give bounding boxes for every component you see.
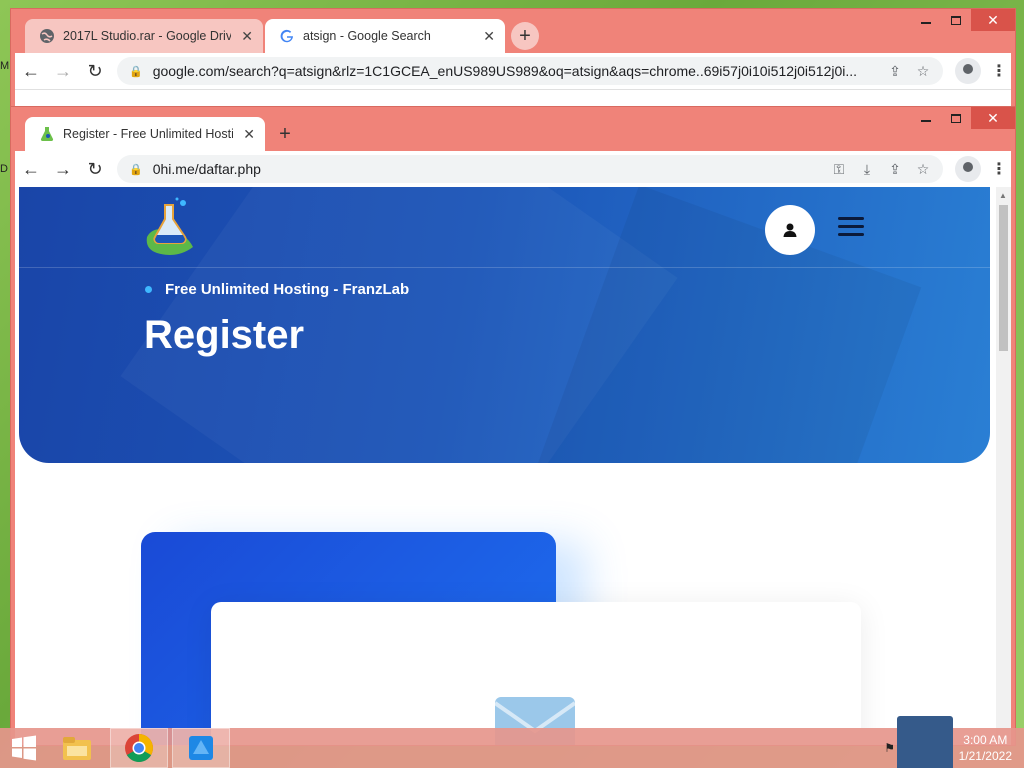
browser-toolbar: ← → ↻ 🔒 0hi.me/daftar.php ⚿ ⤓ ⇪ ☆ ⋮ — [15, 151, 1011, 187]
url-text: 0hi.me/daftar.php — [152, 161, 261, 177]
back-button[interactable]: ← — [15, 153, 47, 185]
tray-overflow-popup[interactable] — [897, 716, 953, 768]
clock-date: 1/21/2022 — [958, 749, 1012, 763]
header-divider — [19, 267, 990, 268]
new-tab-button[interactable]: + — [511, 22, 539, 50]
close-tab-icon[interactable]: ✕ — [241, 28, 253, 45]
install-app-icon[interactable]: ⤓ — [853, 161, 881, 178]
windows-logo-icon — [12, 735, 36, 761]
clock-time: 3:00 AM — [963, 733, 1008, 747]
reload-button[interactable]: ↻ — [79, 55, 111, 87]
forward-button[interactable]: → — [47, 153, 79, 185]
google-g-icon — [279, 28, 295, 44]
browser-toolbar: ← → ↻ 🔒 google.com/search?q=atsign&rlz=1… — [15, 53, 1011, 89]
breadcrumb: Free Unlimited Hosting - FranzLab — [145, 281, 409, 298]
forward-button[interactable]: → — [47, 55, 79, 87]
scroll-up-arrow-icon[interactable]: ▲ — [999, 191, 1007, 200]
hero-banner: Free Unlimited Hosting - FranzLab Regist… — [19, 187, 990, 463]
window-controls: ✕ — [911, 9, 1015, 31]
taskbar: ⚑ 🖧 🔇 3:00 AM 1/21/2022 — [0, 728, 1024, 768]
franzlab-flask-icon — [39, 126, 55, 142]
lock-icon: 🔒 — [129, 163, 143, 176]
desktop-icon-label[interactable]: D — [0, 163, 8, 175]
close-window-button[interactable]: ✕ — [971, 107, 1015, 129]
clock[interactable]: 3:00 AM 1/21/2022 — [959, 732, 1012, 764]
menu-kebab-icon[interactable]: ⋮ — [987, 159, 1011, 179]
file-explorer-icon — [63, 737, 91, 760]
tab-google-drive[interactable]: 2017L Studio.rar - Google Drive ✕ — [25, 19, 263, 53]
globe-icon — [39, 28, 55, 44]
page-content-strip — [15, 89, 1011, 107]
reload-button[interactable]: ↻ — [79, 153, 111, 185]
bullet-dot — [145, 286, 152, 293]
file-explorer-button[interactable] — [48, 728, 106, 768]
user-icon — [783, 223, 797, 237]
tab-google-search[interactable]: atsign - Google Search ✕ — [265, 19, 505, 53]
window-controls: ✕ — [911, 107, 1015, 129]
breadcrumb-text[interactable]: Free Unlimited Hosting - FranzLab — [165, 281, 409, 298]
close-tab-icon[interactable]: ✕ — [483, 28, 495, 45]
bookmark-star-icon[interactable]: ☆ — [909, 63, 937, 80]
address-bar[interactable]: 🔒 0hi.me/daftar.php ⚿ ⤓ ⇪ ☆ — [117, 155, 943, 183]
share-icon[interactable]: ⇪ — [881, 161, 909, 178]
app-icon — [189, 736, 213, 760]
tab-title: 2017L Studio.rar - Google Drive — [63, 29, 232, 43]
tab-title: atsign - Google Search — [303, 29, 431, 43]
profile-avatar[interactable] — [955, 58, 981, 84]
user-account-button[interactable] — [765, 205, 815, 255]
web-page: Free Unlimited Hosting - FranzLab Regist… — [15, 187, 1011, 745]
url-text: google.com/search?q=atsign&rlz=1C1GCEA_e… — [152, 63, 858, 79]
franzlab-logo[interactable] — [143, 197, 199, 257]
page-scrollbar[interactable]: ▲ — [996, 187, 1011, 745]
close-tab-icon[interactable]: ✕ — [243, 126, 255, 143]
maximize-button[interactable] — [941, 107, 971, 129]
register-form-card — [211, 602, 861, 745]
start-button[interactable] — [0, 728, 48, 768]
tab-strip: 2017L Studio.rar - Google Drive ✕ atsign… — [25, 19, 539, 53]
tab-register[interactable]: Register - Free Unlimited Hosting ✕ — [25, 117, 265, 151]
page-title: Register — [144, 313, 305, 357]
profile-avatar[interactable] — [955, 156, 981, 182]
chrome-taskbar-button[interactable] — [110, 728, 168, 768]
minimize-button[interactable] — [911, 9, 941, 31]
bookmark-star-icon[interactable]: ☆ — [909, 161, 937, 178]
hamburger-menu-icon[interactable] — [838, 217, 864, 241]
address-bar[interactable]: 🔒 google.com/search?q=atsign&rlz=1C1GCEA… — [117, 57, 943, 85]
minimize-button[interactable] — [911, 107, 941, 129]
key-icon[interactable]: ⚿ — [825, 161, 853, 178]
chrome-icon — [125, 734, 153, 762]
maximize-button[interactable] — [941, 9, 971, 31]
browser-window-register: ✕ Register - Free Unlimited Hosting ✕ + … — [10, 106, 1016, 746]
app-taskbar-button[interactable] — [172, 728, 230, 768]
share-icon[interactable]: ⇪ — [881, 63, 909, 80]
close-window-button[interactable]: ✕ — [971, 9, 1015, 31]
new-tab-button[interactable]: + — [271, 120, 299, 148]
menu-kebab-icon[interactable]: ⋮ — [987, 61, 1011, 81]
tab-strip: Register - Free Unlimited Hosting ✕ + — [25, 117, 299, 151]
scrollbar-thumb[interactable] — [999, 205, 1008, 351]
lock-icon: 🔒 — [129, 65, 143, 78]
back-button[interactable]: ← — [15, 55, 47, 87]
browser-window-google: ✕ 2017L Studio.rar - Google Drive ✕ atsi… — [10, 8, 1016, 108]
desktop-icon-label[interactable]: M — [0, 60, 9, 72]
tab-title: Register - Free Unlimited Hosting — [63, 127, 234, 141]
